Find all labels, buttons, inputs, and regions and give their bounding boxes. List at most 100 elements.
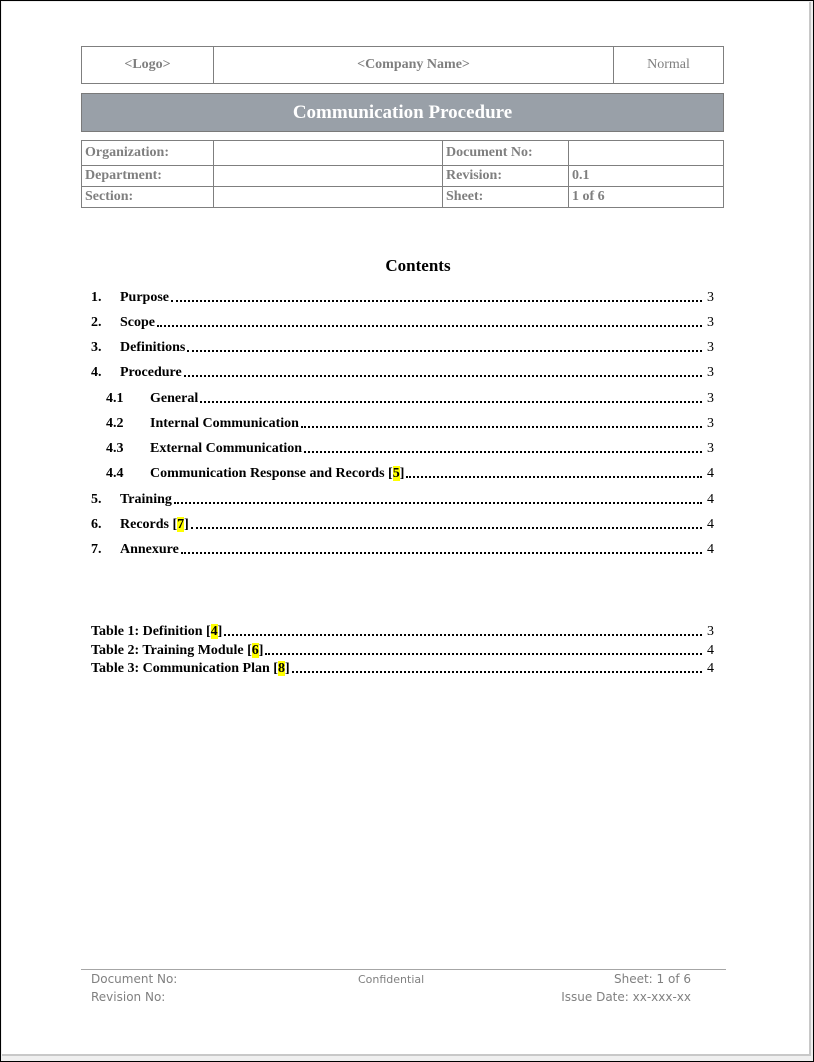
dot-leader [173, 502, 702, 504]
toc-label: Annexure [120, 542, 179, 557]
toc-label: Training [120, 492, 172, 507]
table-list-entry[interactable]: Table 1: Definition [4] 3 [91, 622, 714, 640]
toc-label: Purpose [120, 290, 169, 305]
toc-page: 3 [707, 391, 714, 406]
toc-number: 4.2 [106, 416, 124, 431]
toc-page: 3 [707, 365, 714, 380]
footer-divider [81, 969, 726, 970]
dot-leader [183, 375, 702, 377]
toc-entry[interactable]: 7. Annexure 4 [91, 540, 714, 558]
toc-label-text: Records [ [120, 517, 178, 532]
table-list-label: Table 3: Communication Plan [8] [91, 661, 290, 676]
dot-leader [300, 426, 702, 428]
dot-leader [406, 476, 702, 478]
toc-page: 4 [707, 542, 714, 557]
highlighted-tag: 5 [392, 466, 400, 481]
toc-subentry[interactable]: 4.1 General 3 [106, 389, 714, 407]
toc-entry[interactable]: 6. Records [7] 4 [91, 515, 714, 533]
toc-number: 3. [91, 340, 102, 355]
toc-subentry[interactable]: 4.3 External Communication 3 [106, 439, 714, 457]
toc-entry[interactable]: 4. Procedure 3 [91, 363, 714, 381]
toc-page: 3 [707, 416, 714, 431]
revision-label: Revision: [442, 165, 569, 187]
toc-label: Scope [120, 315, 155, 330]
toc-entry[interactable]: 2. Scope 3 [91, 313, 714, 331]
toc-page: 3 [707, 315, 714, 330]
sheet-value: 1 of 6 [568, 186, 724, 208]
footer-classification: Confidential [358, 973, 425, 986]
dot-leader [180, 552, 702, 554]
highlighted-tag: 8 [277, 661, 285, 676]
toc-label: Communication Response and Records [5] [150, 466, 405, 481]
dot-leader [171, 300, 702, 302]
department-label: Department: [81, 165, 214, 187]
toc-label: Definitions [120, 340, 186, 355]
footer-issue-date: Issue Date: xx-xxx-xx [561, 990, 691, 1004]
toc-page: 4 [707, 466, 714, 481]
toc-number: 4.3 [106, 441, 124, 456]
toc-subentry[interactable]: 4.2 Internal Communication 3 [106, 414, 714, 432]
toc-page: 4 [707, 517, 714, 532]
sheet-label: Sheet: [442, 186, 569, 208]
toc-number: 2. [91, 315, 102, 330]
company-name: <Company Name> [213, 46, 614, 84]
toc-number: 6. [91, 517, 102, 532]
header-table: <Logo> <Company Name> Normal [81, 46, 724, 84]
table-list-entry[interactable]: Table 3: Communication Plan [8] 4 [91, 659, 714, 677]
section-value [213, 186, 443, 208]
highlighted-tag: 4 [210, 624, 218, 639]
toc-label: Procedure [120, 365, 182, 380]
toc-label-text: Communication Response and Records [ [150, 466, 393, 481]
table-list-label: Table 2: Training Module [6] [91, 643, 264, 658]
table-list-page: 4 [707, 643, 714, 658]
toc-number: 4.4 [106, 466, 124, 481]
toc-label: External Communication [150, 441, 303, 456]
toc-label: General [150, 391, 199, 406]
toc-number: 4.1 [106, 391, 124, 406]
highlighted-tag: 7 [177, 517, 185, 532]
table-list-text: Table 2: Training Module [ [91, 643, 252, 658]
document-no-label: Document No: [442, 140, 569, 166]
toc-number: 5. [91, 492, 102, 507]
toc-number: 1. [91, 290, 102, 305]
organization-value [213, 140, 443, 166]
dot-leader [187, 350, 702, 352]
footer-sheet: Sheet: 1 of 6 [613, 972, 691, 986]
toc-label: Internal Communication [150, 416, 299, 431]
toc-subentry[interactable]: 4.4 Communication Response and Records [… [106, 464, 714, 482]
toc-page: 3 [707, 441, 714, 456]
toc-entry[interactable]: 3. Definitions 3 [91, 338, 714, 356]
toc-page: 3 [707, 340, 714, 355]
table-list-text: Table 3: Communication Plan [ [91, 661, 278, 676]
department-value [213, 165, 443, 187]
document-no-value [568, 140, 724, 166]
table-list-entry[interactable]: Table 2: Training Module [6] 4 [91, 641, 714, 659]
highlighted-tag: 6 [251, 643, 259, 658]
toc-page: 3 [707, 290, 714, 305]
table-list-label: Table 1: Definition [4] [91, 624, 223, 639]
toc-page: 4 [707, 492, 714, 507]
table-list-page: 4 [707, 661, 714, 676]
toc-label: Records [7] [120, 517, 189, 532]
table-list-text: Table 1: Definition [ [91, 624, 211, 639]
contents-heading: Contents [385, 256, 451, 275]
info-table: Organization: Document No: Department: R… [81, 140, 724, 208]
toc-number: 7. [91, 542, 102, 557]
toc-entry[interactable]: 5. Training 4 [91, 490, 714, 508]
toc-number: 4. [91, 365, 102, 380]
dot-leader [190, 527, 702, 529]
style-label: Normal [613, 46, 724, 84]
footer-revision-no: Revision No: [91, 990, 166, 1004]
dot-leader [265, 653, 702, 655]
dot-leader [157, 325, 702, 327]
footer-document-no: Document No: [91, 972, 178, 986]
dot-leader [200, 401, 702, 403]
organization-label: Organization: [81, 140, 214, 166]
table-list-page: 3 [707, 624, 714, 639]
revision-value: 0.1 [568, 165, 724, 187]
document-title: Communication Procedure [81, 93, 724, 132]
logo-placeholder: <Logo> [81, 46, 214, 84]
section-label: Section: [81, 186, 214, 208]
toc-entry[interactable]: 1. Purpose 3 [91, 288, 714, 306]
dot-leader [224, 634, 702, 636]
